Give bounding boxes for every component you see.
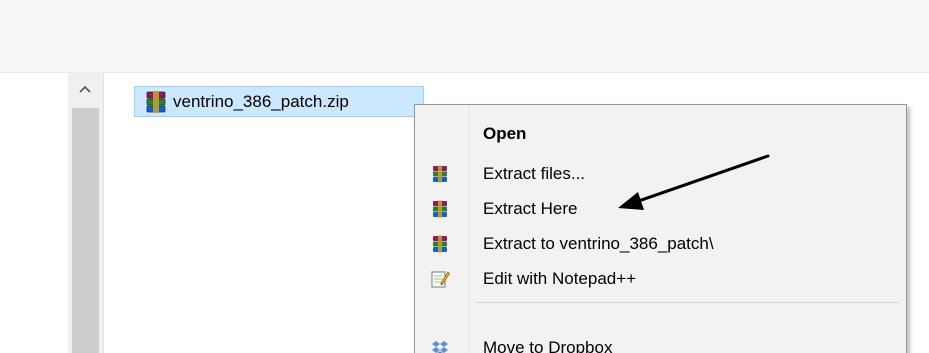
menu-item-extract-files[interactable]: Extract files...	[415, 157, 906, 191]
menu-item-move-to-dropbox[interactable]: Move to Dropbox	[415, 331, 906, 353]
navigation-pane	[0, 73, 68, 353]
notepad-plus-plus-icon	[429, 268, 451, 290]
scroll-up-icon[interactable]	[74, 80, 96, 98]
winrar-icon	[429, 163, 451, 185]
menu-item-extract-here[interactable]: Extract Here	[415, 192, 906, 226]
winrar-icon	[429, 233, 451, 255]
scrollbar-thumb[interactable]	[72, 108, 99, 353]
menu-item-label: Edit with Notepad++	[483, 269, 637, 288]
menu-item-label: Open	[483, 124, 527, 143]
menu-item-extract-to-folder[interactable]: Extract to ventrino_386_patch\	[415, 227, 906, 261]
winrar-archive-icon	[143, 89, 169, 115]
ribbon-toolbar	[0, 0, 929, 73]
menu-item-open[interactable]: Open	[415, 117, 906, 151]
context-menu: Open Extract files... Extract Here Extra…	[414, 104, 907, 353]
menu-item-label: Extract Here	[483, 199, 578, 218]
menu-item-label: Extract files...	[483, 164, 586, 183]
dropbox-icon	[429, 337, 451, 353]
winrar-icon	[429, 198, 451, 220]
explorer-window: ventrino_386_patch.zip Open Extract file…	[0, 0, 929, 353]
menu-item-label: Move to Dropbox	[483, 338, 613, 353]
menu-separator	[475, 302, 899, 303]
menu-item-label: Extract to ventrino_386_patch\	[483, 234, 714, 253]
file-item-selected[interactable]: ventrino_386_patch.zip	[134, 86, 424, 117]
file-name: ventrino_386_patch.zip	[173, 91, 349, 111]
menu-item-edit-notepad[interactable]: Edit with Notepad++	[415, 262, 906, 296]
